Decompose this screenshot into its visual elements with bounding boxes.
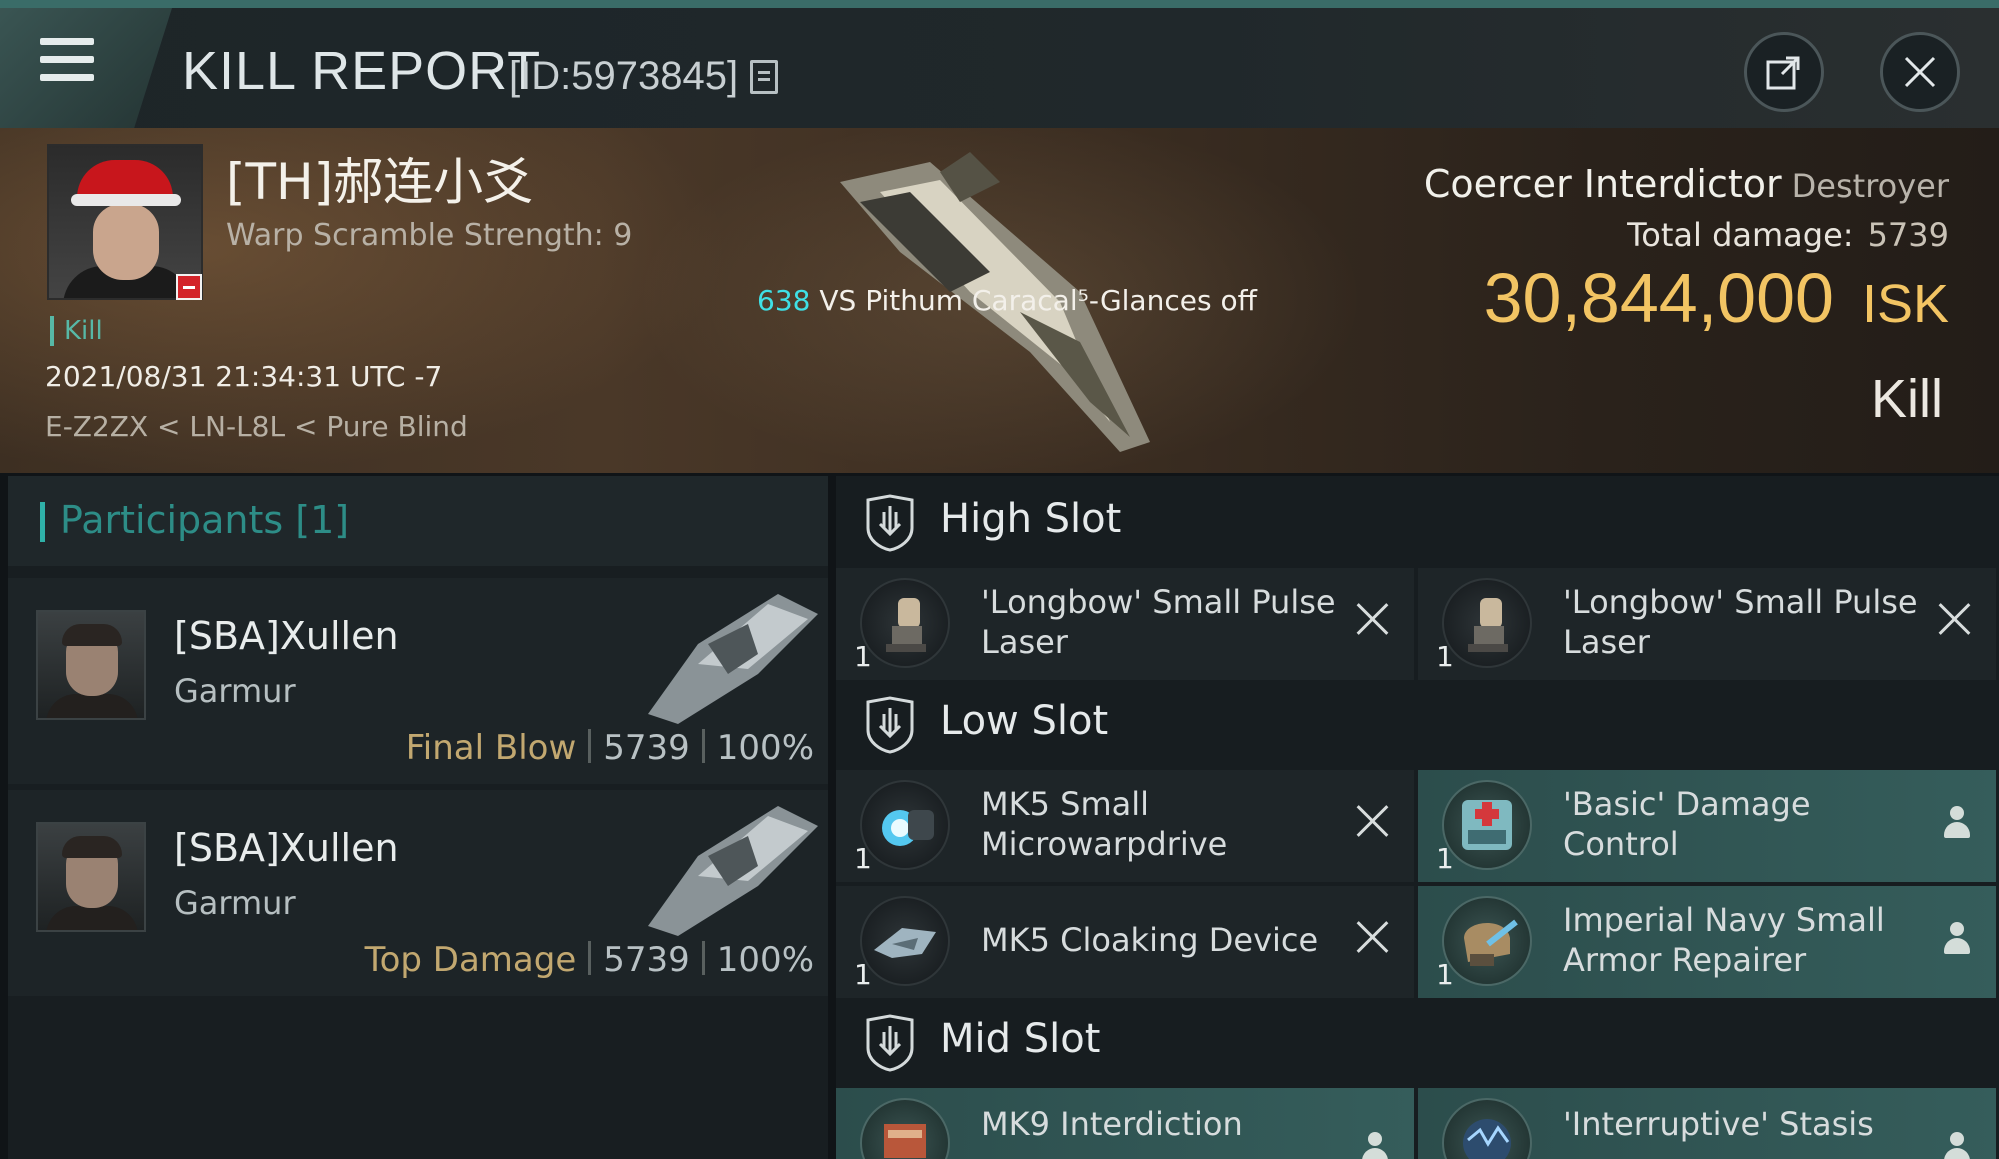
participants-panel: Participants [1] [SBA]Xullen Garmur Fina… xyxy=(8,476,828,1159)
share-icon xyxy=(1766,56,1800,90)
dropped-icon xyxy=(1942,806,1972,840)
vs-number: 638 xyxy=(757,284,811,317)
participants-title: Participants [1] xyxy=(60,498,350,542)
dropped-icon xyxy=(1360,1132,1390,1159)
participant-ship: Garmur xyxy=(174,884,296,922)
total-damage-label: Total damage: xyxy=(1627,216,1854,254)
vs-text: VS Pithum Caracal⁵-Glances off xyxy=(819,284,1257,317)
module-slot[interactable]: MK9 Interdiction xyxy=(836,1088,1414,1159)
armor-repairer-icon xyxy=(1442,896,1532,986)
module-quantity: 1 xyxy=(854,842,872,875)
page-title: KILL REPORT xyxy=(182,41,542,101)
module-name: 'Basic' Damage Control xyxy=(1563,785,1811,863)
destroyed-icon xyxy=(1356,602,1390,636)
participant-ship: Garmur xyxy=(174,672,296,710)
participant-stats: Final Blow 5739 100% xyxy=(406,728,814,768)
participant-row[interactable]: [SBA]Xullen Garmur Top Damage 5739 100% xyxy=(8,790,828,996)
participant-portrait[interactable] xyxy=(36,822,146,932)
fitting-panel: High Slot 1 'Longbow' Small Pulse Laser … xyxy=(836,476,1999,1159)
standing-badge xyxy=(176,274,202,300)
isk-unit: ISK xyxy=(1861,274,1949,334)
module-name: MK5 Cloaking Device xyxy=(981,921,1319,959)
isk-amount: 30,844,000 xyxy=(1483,259,1834,337)
stasis-icon xyxy=(1442,1098,1532,1159)
participant-row[interactable]: [SBA]Xullen Garmur Final Blow 5739 100% xyxy=(8,578,828,784)
isk-value: 30,844,000 ISK xyxy=(1484,258,1949,338)
module-slot[interactable]: 1 Imperial Navy Small Armor Repairer xyxy=(1418,886,1996,998)
kill-tag: Kill xyxy=(50,316,103,346)
module-name: 'Longbow' Small Pulse Laser xyxy=(1563,583,1918,661)
kill-location[interactable]: E-Z2ZX < LN-L8L < Pure Blind xyxy=(45,410,468,443)
participant-role: Final Blow xyxy=(405,728,577,768)
high-slot-title: High Slot xyxy=(940,496,1122,542)
module-slot[interactable]: 1 MK5 Cloaking Device xyxy=(836,886,1414,998)
participant-damage: 5739 xyxy=(603,728,690,768)
module-quantity: 1 xyxy=(1436,958,1454,991)
participant-damage: 5739 xyxy=(603,940,690,980)
dropped-icon xyxy=(1942,1132,1972,1159)
copy-icon[interactable] xyxy=(750,60,778,94)
module-name: MK9 Interdiction xyxy=(981,1105,1243,1143)
module-slot[interactable]: 1 'Basic' Damage Control xyxy=(1418,770,1996,882)
interdiction-icon xyxy=(860,1098,950,1159)
share-button[interactable] xyxy=(1744,32,1824,112)
damage-control-icon xyxy=(1442,780,1532,870)
ship-name: Coercer Interdictor xyxy=(1423,162,1782,206)
module-slot[interactable]: 'Interruptive' Stasis xyxy=(1418,1088,1996,1159)
low-slot-title: Low Slot xyxy=(940,698,1109,744)
participant-name: [SBA]Xullen xyxy=(174,826,399,870)
module-slot[interactable]: 1 'Longbow' Small Pulse Laser xyxy=(1418,568,1996,680)
module-quantity: 1 xyxy=(854,958,872,991)
module-slot[interactable]: 1 MK5 Small Microwarpdrive xyxy=(836,770,1414,882)
module-name: 'Longbow' Small Pulse Laser xyxy=(981,583,1336,661)
laser-turret-icon xyxy=(1442,578,1532,668)
result-label: Kill xyxy=(1870,369,1943,429)
mid-slot-title: Mid Slot xyxy=(940,1016,1101,1062)
victim-name[interactable]: [TH]郝连小爻 xyxy=(226,142,533,214)
high-slot-icon xyxy=(866,494,914,552)
close-button[interactable] xyxy=(1880,32,1960,112)
victim-banner: [TH]郝连小爻 Warp Scramble Strength: 9 Kill … xyxy=(0,128,1999,473)
module-quantity: 1 xyxy=(1436,842,1454,875)
total-damage: Total damage: 5739 xyxy=(1627,216,1949,254)
victim-ship[interactable]: Coercer Interdictor Destroyer xyxy=(1424,162,1949,206)
participant-percent: 100% xyxy=(716,940,814,980)
close-icon xyxy=(1904,56,1936,88)
low-slot-header: Low Slot xyxy=(836,678,1999,768)
low-slot-icon xyxy=(866,696,914,754)
laser-turret-icon xyxy=(860,578,950,668)
kill-datetime: 2021/08/31 21:34:31 UTC -7 xyxy=(45,360,443,393)
module-quantity: 1 xyxy=(1436,640,1454,673)
destroyed-icon xyxy=(1356,920,1390,954)
warp-scramble-strength: Warp Scramble Strength: 9 xyxy=(226,218,633,253)
participant-stats: Top Damage 5739 100% xyxy=(365,940,814,980)
participant-percent: 100% xyxy=(716,728,814,768)
dropped-icon xyxy=(1942,922,1972,956)
module-quantity: 1 xyxy=(854,640,872,673)
microwarpdrive-icon xyxy=(860,780,950,870)
menu-button[interactable] xyxy=(0,8,172,128)
mid-slot-header: Mid Slot xyxy=(836,996,1999,1086)
header-bar: KILL REPORT [ID:5973845] xyxy=(0,0,1999,128)
ship-class: Destroyer xyxy=(1791,167,1949,205)
destroyed-icon xyxy=(1938,602,1972,636)
module-name: Imperial Navy Small Armor Repairer xyxy=(1563,901,1885,979)
final-blow-weapon: 638 VS Pithum Caracal⁵-Glances off xyxy=(757,284,1257,317)
participant-portrait[interactable] xyxy=(36,610,146,720)
participant-ship-image xyxy=(648,594,818,724)
high-slot-header: High Slot xyxy=(836,476,1999,566)
total-damage-value: 5739 xyxy=(1867,216,1949,254)
participant-ship-image xyxy=(648,806,818,936)
report-id: [ID:5973845] xyxy=(509,54,739,98)
module-name: MK5 Small Microwarpdrive xyxy=(981,785,1228,863)
menu-icon xyxy=(40,38,94,45)
mid-slot-icon xyxy=(866,1014,914,1072)
destroyed-icon xyxy=(1356,804,1390,838)
cloaking-device-icon xyxy=(860,896,950,986)
module-name: 'Interruptive' Stasis xyxy=(1563,1105,1874,1143)
participants-header: Participants [1] xyxy=(8,476,828,566)
participant-name: [SBA]Xullen xyxy=(174,614,399,658)
participant-role: Top Damage xyxy=(364,940,577,980)
module-slot[interactable]: 1 'Longbow' Small Pulse Laser xyxy=(836,568,1414,680)
